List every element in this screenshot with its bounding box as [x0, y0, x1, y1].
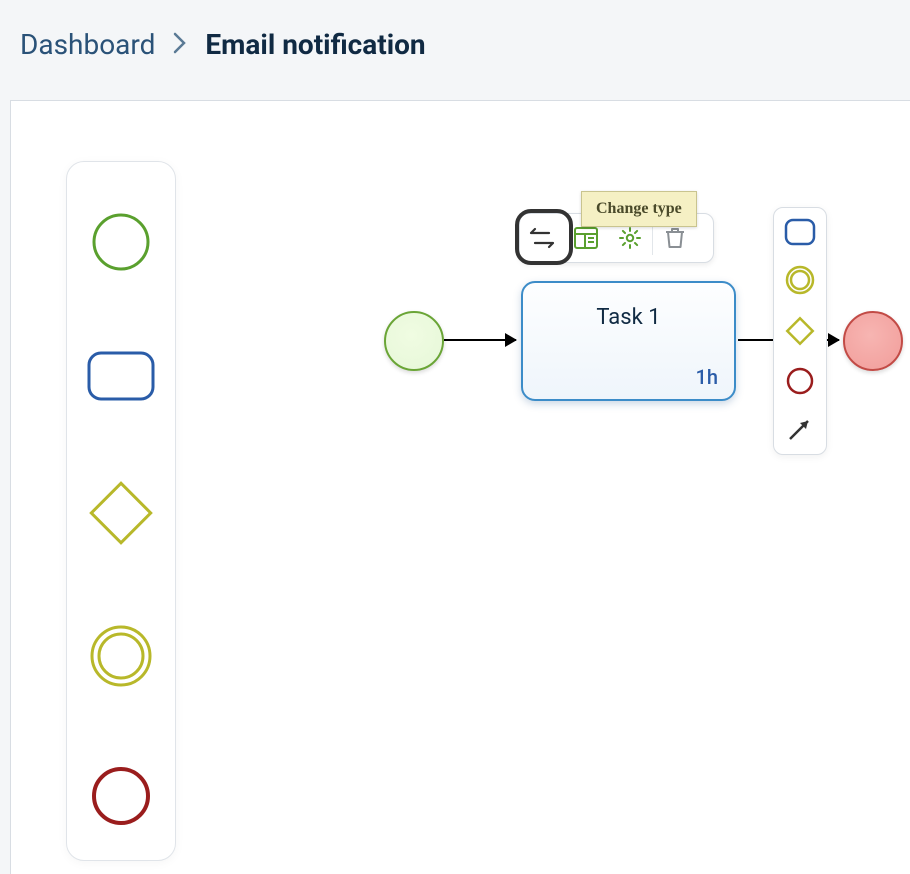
form-icon: [574, 227, 598, 249]
diagram-canvas[interactable]: Task 1 1h: [10, 100, 910, 874]
task-label: Task 1: [523, 305, 734, 330]
flow-start-to-task[interactable]: [444, 339, 516, 341]
end-event-node[interactable]: [843, 311, 903, 371]
palette-end-event[interactable]: [91, 766, 151, 826]
palette-start-event[interactable]: [91, 212, 151, 272]
chevron-right-icon: [173, 28, 187, 61]
breadcrumb-current: Email notification: [205, 28, 425, 61]
mini-connector[interactable]: [785, 414, 815, 444]
mini-palette: [773, 207, 827, 455]
mini-end-event[interactable]: [785, 366, 815, 396]
arrow-icon: [785, 414, 815, 444]
change-type-tooltip: Change type: [581, 191, 697, 227]
mini-gateway[interactable]: [783, 314, 817, 348]
shape-palette: [66, 161, 176, 861]
gear-icon: [618, 226, 642, 250]
start-event-node[interactable]: [384, 311, 444, 371]
mini-intermediate-event[interactable]: [784, 264, 816, 296]
trash-icon: [665, 227, 685, 249]
task-duration: 1h: [696, 365, 718, 389]
task-node[interactable]: Task 1 1h: [521, 281, 736, 401]
swap-icon: [529, 227, 555, 249]
change-type-button[interactable]: [520, 214, 564, 262]
palette-intermediate-event[interactable]: [89, 624, 153, 688]
palette-gateway[interactable]: [88, 480, 154, 546]
mini-task[interactable]: [784, 218, 816, 246]
breadcrumb-root[interactable]: Dashboard: [20, 28, 155, 61]
breadcrumb: Dashboard Email notification: [0, 0, 910, 89]
palette-task[interactable]: [86, 350, 156, 402]
